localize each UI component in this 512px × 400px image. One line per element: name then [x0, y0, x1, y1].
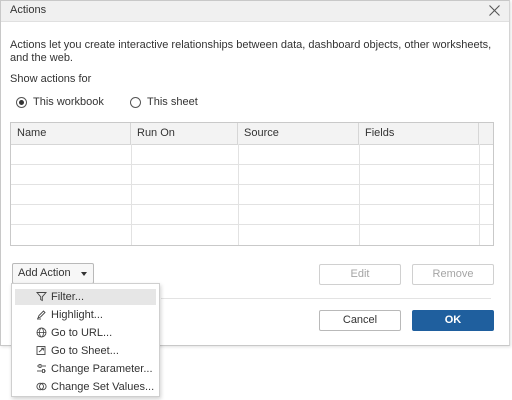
edit-button[interactable]: Edit: [319, 264, 401, 285]
menu-item-change-set-values[interactable]: Change Set Values...: [15, 379, 156, 395]
table-column-divider: [479, 144, 480, 245]
menu-item-label: Go to URL...: [51, 327, 113, 339]
menu-item-label: Change Parameter...: [51, 363, 153, 375]
column-header-run-on[interactable]: Run On: [131, 123, 238, 144]
menu-item-label: Change Set Values...: [51, 381, 155, 393]
radio-button-unchecked[interactable]: [130, 96, 141, 108]
chevron-down-icon: [81, 272, 87, 276]
radio-this-workbook[interactable]: This workbook: [16, 96, 104, 108]
close-icon[interactable]: [488, 4, 501, 17]
table-column-divider: [238, 144, 239, 245]
globe-icon: [36, 327, 47, 338]
table-header: Name Run On Source Fields: [11, 123, 493, 145]
column-header-name[interactable]: Name: [11, 123, 131, 144]
add-action-label: Add Action: [18, 267, 71, 279]
column-header-fields[interactable]: Fields: [359, 123, 479, 144]
go-to-sheet-icon: [36, 346, 46, 355]
menu-item-filter[interactable]: Filter...: [15, 289, 156, 305]
menu-item-label: Filter...: [51, 291, 85, 303]
ok-button[interactable]: OK: [412, 310, 494, 331]
parameter-icon: [37, 364, 46, 373]
table-row-divider: [11, 184, 493, 185]
menu-item-label: Go to Sheet...: [51, 345, 119, 357]
menu-item-change-parameter[interactable]: Change Parameter...: [15, 361, 156, 377]
add-action-button[interactable]: Add Action: [12, 263, 94, 284]
cancel-button[interactable]: Cancel: [319, 310, 401, 331]
highlight-icon: [37, 310, 46, 320]
radio-this-sheet[interactable]: This sheet: [130, 96, 198, 108]
actions-table[interactable]: Name Run On Source Fields: [10, 122, 494, 246]
menu-item-label: Highlight...: [51, 309, 103, 321]
set-values-icon: [36, 382, 47, 391]
dialog-titlebar: Actions: [1, 1, 509, 22]
menu-item-go-to-sheet[interactable]: Go to Sheet...: [15, 343, 156, 359]
remove-button[interactable]: Remove: [412, 264, 494, 285]
radio-button-checked[interactable]: [16, 96, 27, 108]
column-header-source[interactable]: Source: [238, 123, 359, 144]
add-action-menu: Filter... Highlight... Go to URL... Go t…: [11, 283, 160, 397]
table-row-divider: [11, 164, 493, 165]
footer-divider: [161, 298, 491, 299]
table-row-divider: [11, 204, 493, 205]
show-actions-label: Show actions for: [10, 73, 92, 85]
dialog-description: Actions let you create interactive relat…: [10, 39, 492, 64]
radio-label-this-workbook: This workbook: [33, 96, 104, 108]
table-row-divider: [11, 224, 493, 225]
table-column-divider: [359, 144, 360, 245]
column-header-spacer: [479, 123, 493, 144]
table-column-divider: [131, 144, 132, 245]
radio-label-this-sheet: This sheet: [147, 96, 198, 108]
menu-item-highlight[interactable]: Highlight...: [15, 307, 156, 323]
menu-item-go-to-url[interactable]: Go to URL...: [15, 325, 156, 341]
filter-icon: [36, 292, 47, 302]
dialog-title: Actions: [10, 4, 47, 16]
